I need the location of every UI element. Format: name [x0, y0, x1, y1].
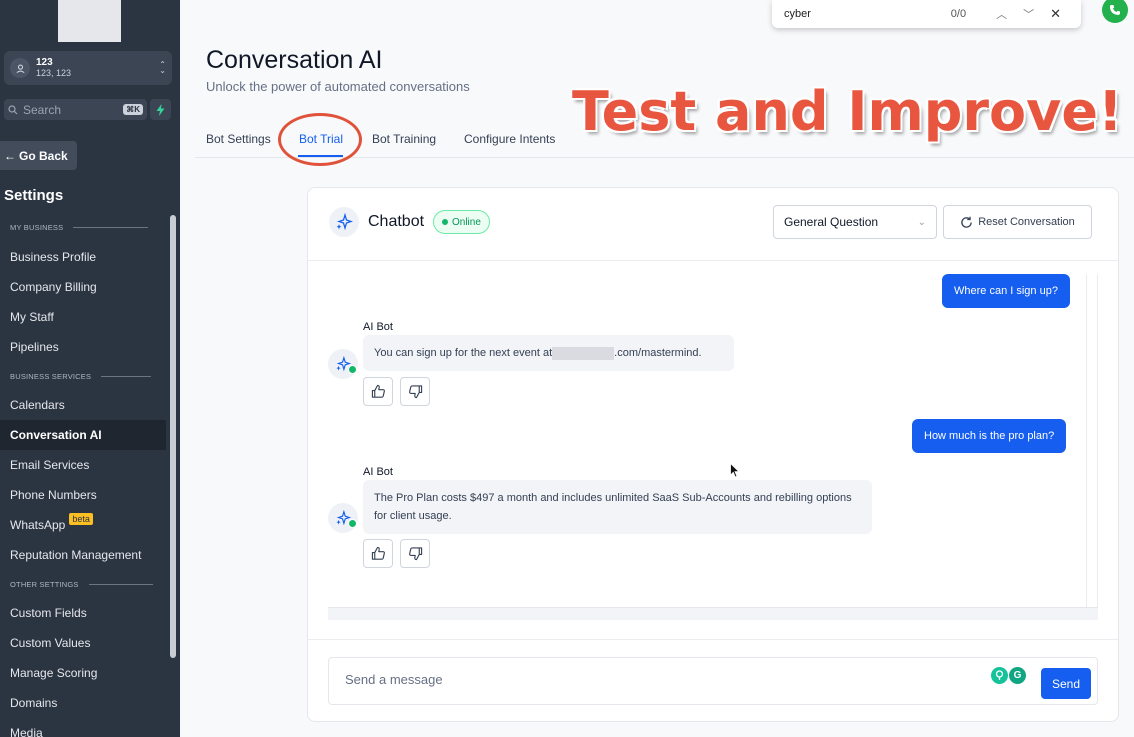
beta-badge: beta — [69, 513, 93, 525]
sidebar-item-pipelines[interactable]: Pipelines — [0, 332, 166, 362]
section-my-business: MY BUSINESS — [10, 223, 149, 232]
footer-divider — [308, 639, 1118, 640]
grammarly-icon[interactable]: G — [1009, 667, 1026, 684]
sparkle-icon — [336, 213, 353, 231]
tab-configure-intents[interactable]: Configure Intents — [464, 132, 555, 146]
search-placeholder: Search — [23, 102, 62, 117]
quick-actions-button[interactable] — [150, 99, 171, 120]
sidebar-item-email-services[interactable]: Email Services — [0, 450, 166, 480]
mouse-cursor-icon — [730, 463, 740, 478]
message-input[interactable] — [345, 672, 945, 687]
whatsapp-label: WhatsApp — [10, 518, 66, 532]
location-name: 123 — [36, 57, 53, 68]
go-back-button[interactable]: ← Go Back — [0, 141, 77, 170]
page-subtitle: Unlock the power of automated conversati… — [206, 79, 470, 94]
company-logo — [58, 0, 121, 42]
chatbot-avatar — [329, 207, 359, 237]
close-icon[interactable]: ✕ — [1050, 6, 1061, 22]
bot-name: AI Bot — [363, 466, 393, 478]
user-message: How much is the pro plan? — [912, 419, 1067, 453]
find-in-page-bar: cyber 0/0 ︿ ﹀ ✕ — [772, 0, 1081, 28]
location-address: 123, 123 — [36, 68, 72, 78]
thumbs-down-button[interactable] — [400, 539, 430, 568]
message-composer: G Send — [328, 657, 1098, 705]
messages-scrollbar[interactable] — [1086, 274, 1098, 620]
location-icon — [10, 58, 30, 78]
bot-message: The Pro Plan costs $497 a month and incl… — [363, 480, 872, 534]
sidebar-item-reputation-management[interactable]: Reputation Management — [0, 540, 166, 570]
chevron-up-icon[interactable]: ︿ — [996, 6, 1007, 22]
sidebar-search[interactable]: Search ⌘K — [4, 99, 147, 120]
intent-select-value: General Question — [784, 215, 879, 229]
chatbot-title: Chatbot — [368, 213, 425, 230]
sidebar-item-custom-fields[interactable]: Custom Fields — [0, 598, 166, 628]
header-divider — [308, 260, 1118, 261]
thumbs-up-button[interactable] — [363, 377, 393, 406]
sidebar-scrollbar[interactable] — [170, 215, 176, 658]
bot-avatar — [328, 503, 358, 533]
thumbs-down-icon — [408, 385, 422, 399]
reset-conversation-button[interactable]: Reset Conversation — [943, 205, 1092, 239]
section-other-settings: OTHER SETTINGS — [10, 580, 153, 589]
status-badge: Online — [433, 210, 490, 234]
sidebar-item-my-staff[interactable]: My Staff — [0, 302, 166, 332]
sidebar-item-calendars[interactable]: Calendars — [0, 390, 166, 420]
sidebar-item-manage-scoring[interactable]: Manage Scoring — [0, 658, 166, 688]
sidebar-item-custom-values[interactable]: Custom Values — [0, 628, 166, 658]
thumbs-up-icon — [371, 384, 385, 398]
refresh-icon — [961, 216, 972, 228]
bot-avatar — [328, 349, 358, 379]
thumbs-down-icon — [408, 547, 422, 561]
phone-icon — [1110, 5, 1120, 15]
annotation-circle — [278, 113, 362, 166]
intent-select[interactable]: General Question ⌄ — [773, 205, 937, 239]
sidebar-item-media[interactable]: Media — [0, 718, 166, 737]
search-icon — [8, 104, 18, 114]
user-message: Where can I sign up? — [942, 274, 1070, 308]
section-business-services: BUSINESS SERVICES — [10, 372, 152, 381]
chevron-updown-icon: ⌃ ⌄ — [159, 60, 166, 75]
chevron-down-icon[interactable]: ﹀ — [1023, 6, 1034, 22]
bot-message: You can sign up for the next event at .co… — [363, 335, 734, 371]
bot-name: AI Bot — [363, 321, 393, 333]
bot-online-dot — [348, 519, 357, 528]
search-shortcut: ⌘K — [123, 104, 143, 115]
page-title: Conversation AI — [206, 46, 383, 74]
sidebar-item-conversation-ai[interactable]: Conversation AI — [0, 420, 166, 450]
send-button[interactable]: Send — [1041, 668, 1091, 699]
sidebar-item-domains[interactable]: Domains — [0, 688, 166, 718]
phone-call-button[interactable] — [1102, 0, 1128, 23]
messages-horizontal-scrollbar[interactable] — [328, 607, 1098, 620]
find-query[interactable]: cyber — [784, 8, 951, 20]
redacted-text — [552, 346, 615, 360]
sidebar-item-company-billing[interactable]: Company Billing — [0, 272, 166, 302]
thumbs-down-button[interactable] — [400, 377, 430, 406]
sidebar-item-business-profile[interactable]: Business Profile — [0, 242, 166, 272]
settings-title: Settings — [4, 187, 64, 204]
thumbs-up-button[interactable] — [363, 539, 393, 568]
find-count: 0/0 — [950, 8, 967, 20]
bolt-icon — [156, 103, 165, 116]
reset-label: Reset Conversation — [978, 216, 1075, 228]
tab-bot-training[interactable]: Bot Training — [372, 132, 464, 146]
chevron-down-icon: ⌄ — [917, 216, 926, 228]
tabs: Bot Settings Bot Trial Bot Training Conf… — [206, 132, 555, 146]
go-back-label: Go Back — [19, 148, 68, 163]
sidebar-item-whatsapp[interactable]: WhatsApp beta — [0, 510, 166, 540]
arrow-left-icon: ← — [4, 148, 16, 163]
lightbulb-icon[interactable] — [991, 667, 1008, 684]
chatbot-card: Chatbot Online General Question ⌄ Reset … — [307, 187, 1119, 722]
annotation-headline: Test and Improve! — [572, 80, 1123, 143]
location-switcher[interactable]: 123 123, 123 ⌃ ⌄ — [4, 51, 172, 85]
sidebar: 123 123, 123 ⌃ ⌄ Search ⌘K ← Go Back Sett… — [0, 0, 180, 737]
sidebar-item-phone-numbers[interactable]: Phone Numbers — [0, 480, 166, 510]
thumbs-up-icon — [371, 546, 385, 560]
bot-online-dot — [348, 365, 357, 374]
